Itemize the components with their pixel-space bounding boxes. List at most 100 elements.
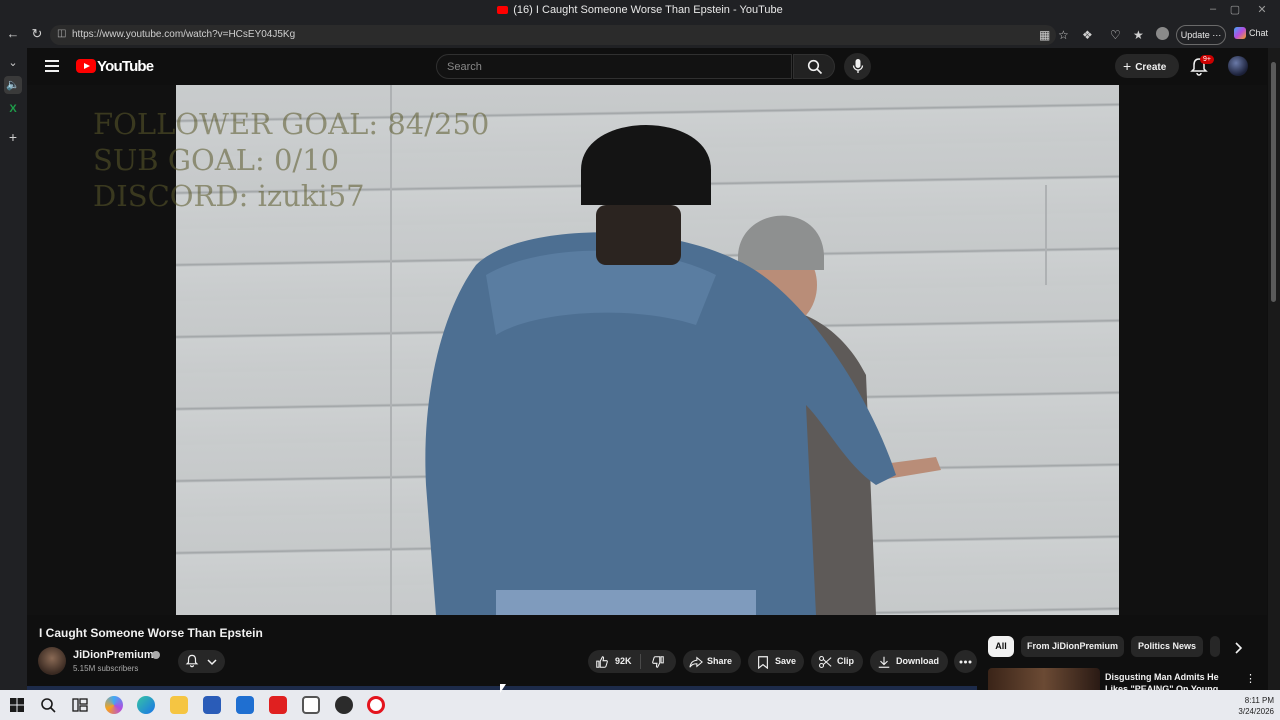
- like-dislike-group: 92K: [588, 650, 676, 673]
- update-label: Update: [1180, 30, 1210, 40]
- bookmark-icon: [758, 656, 768, 669]
- recommendation-more-icon[interactable]: ⋮: [1245, 672, 1256, 685]
- copilot-icon: [1234, 27, 1246, 39]
- microsoft-store-icon[interactable]: [203, 696, 221, 714]
- thumbs-up-icon: [596, 656, 608, 668]
- create-button[interactable]: + Create: [1115, 54, 1179, 78]
- recommendation-title[interactable]: Disgusting Man Admits He Likes "PEAING" …: [1105, 671, 1237, 690]
- chat-label: Chat: [1249, 28, 1269, 38]
- profile-icon[interactable]: [1156, 27, 1169, 40]
- file-explorer-icon[interactable]: [170, 696, 188, 714]
- minimize-icon[interactable]: –: [1201, 3, 1225, 15]
- search-button[interactable]: [793, 54, 835, 79]
- more-actions-button[interactable]: [954, 650, 977, 673]
- opera-icon[interactable]: [367, 696, 385, 714]
- reload-icon[interactable]: ↻: [28, 26, 46, 42]
- windows-start-icon[interactable]: [8, 696, 26, 714]
- recommendation-thumbnail[interactable]: [988, 668, 1100, 690]
- clip-button[interactable]: Clip: [811, 650, 863, 673]
- windows-taskbar: 8:11 PM 3/24/2026: [0, 690, 1280, 720]
- save-label: Save: [775, 656, 797, 666]
- video-title: I Caught Someone Worse Than Epstein: [39, 626, 263, 640]
- create-label: Create: [1135, 62, 1167, 73]
- download-button[interactable]: Download: [870, 650, 948, 673]
- page-scrollbar[interactable]: [1268, 48, 1280, 690]
- share-icon: [689, 656, 703, 668]
- subscriber-count: 5.15M subscribers: [73, 664, 139, 673]
- clock-time: 8:11 PM: [1244, 696, 1274, 705]
- obs-icon[interactable]: [335, 696, 353, 714]
- notification-count-badge: 9+: [1200, 55, 1214, 64]
- mouse-cursor-icon: [500, 684, 506, 693]
- follower-goal-text: FOLLOWER GOAL: 84/250: [93, 107, 490, 141]
- chip-from-channel[interactable]: From JiDionPremium: [1021, 636, 1124, 657]
- subscription-notifications-button[interactable]: [178, 650, 225, 673]
- collapse-chevron-icon[interactable]: ⌄: [4, 54, 22, 72]
- new-tab-icon[interactable]: +: [4, 128, 22, 146]
- share-button[interactable]: Share: [683, 650, 741, 673]
- account-avatar[interactable]: [1228, 56, 1248, 76]
- restore-icon[interactable]: ▢: [1223, 3, 1247, 16]
- download-icon: [878, 656, 890, 668]
- browser-toolbar: ← ↻ ◫ https://www.youtube.com/watch?v=HC…: [0, 22, 1280, 48]
- chip-all[interactable]: All: [988, 636, 1014, 657]
- clock-date: 3/24/2026: [1238, 707, 1274, 716]
- search-input[interactable]: [436, 54, 792, 79]
- update-button[interactable]: Update ⋯: [1176, 25, 1226, 45]
- browser-essentials-icon[interactable]: ♡: [1110, 28, 1121, 42]
- capture-app-icon[interactable]: [302, 696, 320, 714]
- favorites-icon[interactable]: ★: [1133, 28, 1144, 42]
- window-title-text: (16) I Caught Someone Worse Than Epstein…: [513, 4, 783, 16]
- microphone-icon: [852, 59, 864, 73]
- tab-excel-icon[interactable]: X: [4, 100, 22, 118]
- save-button[interactable]: Save: [748, 650, 804, 673]
- like-button[interactable]: 92K: [588, 650, 640, 673]
- outlook-icon[interactable]: [236, 696, 254, 714]
- menu-icon[interactable]: [45, 60, 59, 72]
- youtube-app-icon[interactable]: [269, 696, 287, 714]
- window-title: (16) I Caught Someone Worse Than Epstein…: [0, 4, 1280, 16]
- scrollbar-thumb[interactable]: [1271, 62, 1276, 302]
- chevron-down-icon: [207, 659, 217, 666]
- address-bar[interactable]: ◫ https://www.youtube.com/watch?v=HCsEY0…: [50, 25, 1056, 45]
- clip-label: Clip: [837, 656, 854, 666]
- scissors-icon: [818, 655, 832, 669]
- edge-taskbar-icon[interactable]: [137, 696, 155, 714]
- chip-partial[interactable]: [1210, 636, 1220, 657]
- stream-goal-overlay: FOLLOWER GOAL: 84/250 SUB GOAL: 0/10 DIS…: [93, 106, 489, 214]
- chip-politics-news[interactable]: Politics News: [1131, 636, 1203, 657]
- voice-search-button[interactable]: [844, 53, 871, 80]
- chips-next-chevron-icon[interactable]: [1230, 640, 1246, 656]
- tab-youtube-audio-icon[interactable]: 🔈: [4, 76, 22, 94]
- taskbar-search-icon[interactable]: [39, 696, 57, 714]
- verified-badge-icon: [152, 651, 160, 659]
- extensions-icon[interactable]: ❖: [1082, 28, 1093, 42]
- favorite-star-icon[interactable]: ☆: [1058, 28, 1069, 42]
- task-view-icon[interactable]: [71, 696, 89, 714]
- plus-icon: +: [1123, 58, 1132, 74]
- sub-goal-text: SUB GOAL: 0/10: [93, 143, 340, 177]
- url-text[interactable]: https://www.youtube.com/watch?v=HCsEY04J…: [72, 29, 295, 40]
- channel-avatar[interactable]: [38, 647, 66, 675]
- youtube-favicon-icon: [497, 6, 509, 14]
- site-info-icon[interactable]: ◫: [57, 28, 66, 39]
- download-label: Download: [896, 656, 939, 666]
- window-title-bar: (16) I Caught Someone Worse Than Epstein…: [0, 0, 1280, 22]
- copilot-chat-button[interactable]: Chat: [1234, 27, 1268, 39]
- share-label: Share: [707, 656, 733, 666]
- like-count: 92K: [615, 656, 632, 666]
- discord-text: DISCORD: izuki57: [93, 179, 365, 213]
- app-available-icon[interactable]: ▦: [1039, 28, 1050, 42]
- bell-icon: [185, 654, 199, 668]
- youtube-logo[interactable]: YouTube: [76, 58, 154, 75]
- system-clock[interactable]: 8:11 PM 3/24/2026: [1238, 695, 1274, 717]
- copilot-taskbar-icon[interactable]: [105, 696, 123, 714]
- channel-name[interactable]: JiDionPremium: [73, 649, 154, 661]
- dislike-button[interactable]: [641, 650, 676, 673]
- youtube-masthead: YouTube +Create 9+: [27, 48, 1267, 85]
- thumbs-down-icon: [652, 656, 664, 668]
- close-window-icon[interactable]: ✕: [1250, 3, 1274, 16]
- more-horizontal-icon: [959, 660, 972, 664]
- youtube-wordmark: YouTube: [97, 58, 154, 75]
- back-icon[interactable]: ←: [4, 26, 22, 41]
